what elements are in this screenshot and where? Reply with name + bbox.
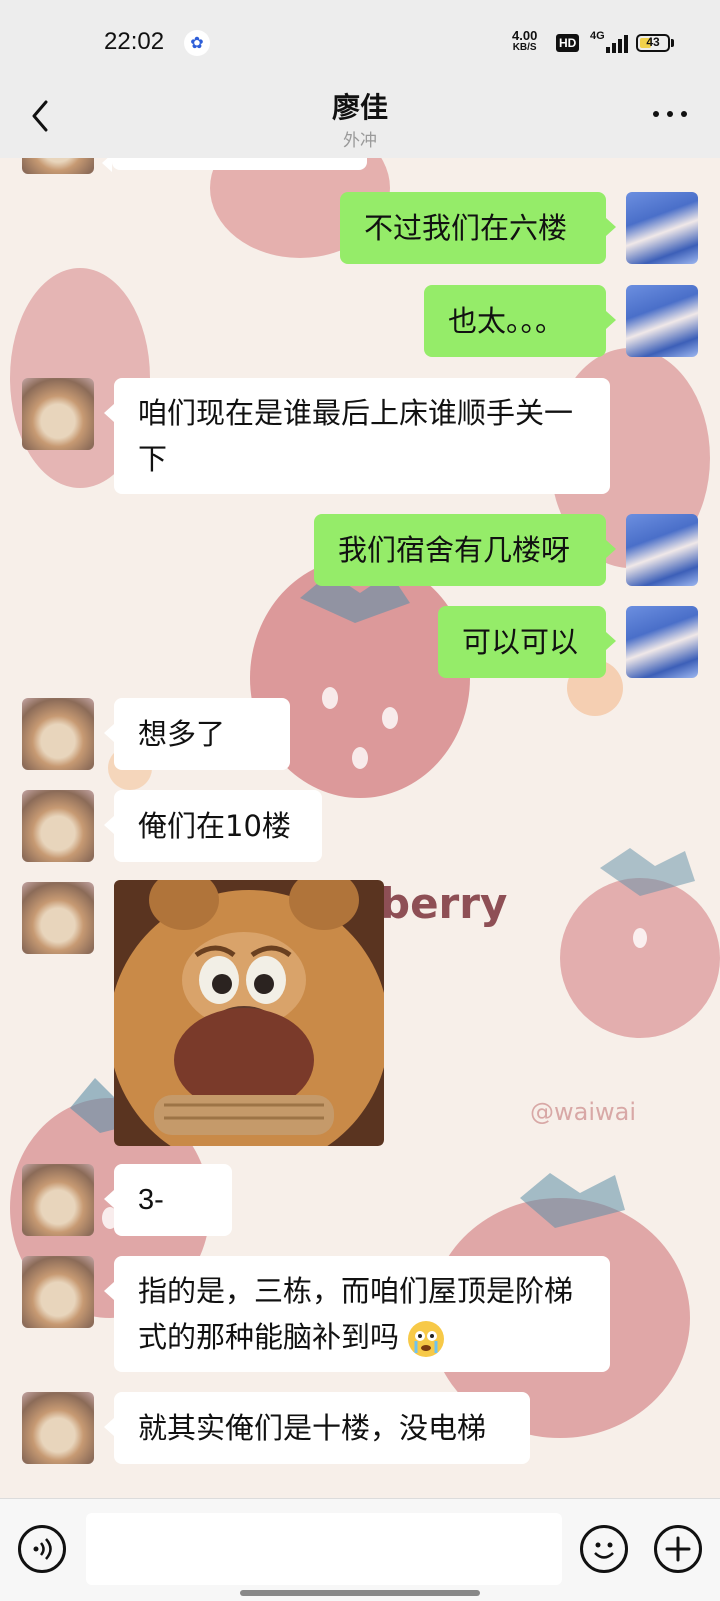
battery-cap bbox=[671, 39, 674, 47]
more-dots-icon bbox=[653, 111, 687, 117]
contact-avatar[interactable] bbox=[22, 378, 94, 450]
my-avatar[interactable] bbox=[626, 192, 698, 264]
status-bar: 22:02 ✿ 4.00 KB/S HD 4G 43 bbox=[0, 0, 720, 78]
chat-input-bar bbox=[0, 1498, 720, 1601]
message-bubble-incoming[interactable]: 指的是，三栋，而咱们屋顶是阶梯式的那种能脑补到吗 bbox=[104, 1256, 610, 1372]
network-speed-unit: KB/S bbox=[512, 42, 537, 53]
message-text: 想多了 bbox=[138, 717, 226, 751]
my-avatar[interactable] bbox=[626, 514, 698, 586]
message-bubble-incoming[interactable]: 想多了 bbox=[104, 698, 290, 835]
message-text: 就其实俺们是十楼，没电梯 bbox=[138, 1411, 487, 1445]
message-bubble-incoming[interactable]: 就其实俺们是十楼，没电梯 bbox=[104, 1392, 530, 1464]
baidu-app-icon: ✿ bbox=[184, 30, 210, 56]
voice-icon bbox=[33, 1538, 52, 1560]
network-type: 4G bbox=[590, 30, 605, 42]
message-bubble-incoming[interactable]: 咱们现在是谁最后上床谁顺手关一下 bbox=[104, 378, 610, 494]
network-speed-value: 4.00 bbox=[512, 28, 538, 43]
status-time: 22:02 bbox=[104, 28, 165, 55]
message-text: 也太。。。 bbox=[448, 304, 565, 338]
plus-icon bbox=[665, 1536, 691, 1562]
battery-level: 43 bbox=[646, 35, 660, 49]
voice-button[interactable] bbox=[18, 1525, 66, 1573]
battery-icon: 43 bbox=[636, 34, 670, 52]
message-text: 咱们现在是谁最后上床谁顺手关一下 bbox=[138, 396, 574, 476]
my-avatar[interactable] bbox=[626, 606, 698, 678]
chat-header: 廖佳 外冲 bbox=[0, 78, 720, 158]
message-bubble-outgoing[interactable]: 可以可以 bbox=[438, 606, 616, 678]
message-text: 我们宿舍有几楼呀 bbox=[338, 533, 571, 567]
message-bubble-outgoing[interactable]: 不过我们在六楼 bbox=[340, 192, 616, 264]
contact-avatar[interactable] bbox=[22, 882, 94, 954]
message-text: 指的是，三栋，而咱们屋顶是阶梯式的那种能脑补到吗 bbox=[138, 1274, 574, 1354]
contact-avatar[interactable] bbox=[22, 790, 94, 862]
home-indicator[interactable] bbox=[240, 1590, 480, 1596]
chat-subtitle: 外冲 bbox=[343, 131, 377, 151]
contact-avatar[interactable] bbox=[22, 1392, 94, 1464]
contact-avatar[interactable] bbox=[22, 1164, 94, 1236]
message-text: 可以可以 bbox=[462, 625, 579, 659]
message-bubble-partial[interactable] bbox=[102, 158, 367, 172]
contact-avatar[interactable] bbox=[22, 1256, 94, 1328]
sad-bear-sticker[interactable] bbox=[114, 880, 384, 1146]
wallpaper-text: berry bbox=[380, 879, 507, 928]
more-button[interactable] bbox=[650, 106, 690, 122]
message-input[interactable] bbox=[86, 1513, 562, 1585]
message-list[interactable]: berry @waiwai 不过我们在六楼 也太。。。 咱们现在是谁最后上床谁顺… bbox=[0, 158, 720, 1498]
more-functions-button[interactable] bbox=[654, 1525, 702, 1573]
message-bubble-incoming[interactable]: 3-601 bbox=[104, 1164, 232, 1288]
crying-emoji bbox=[408, 1321, 445, 1357]
message-bubble-outgoing[interactable]: 也太。。。 bbox=[424, 285, 616, 357]
chat-title: 廖佳 bbox=[331, 91, 388, 124]
emoji-icon bbox=[594, 1542, 614, 1559]
message-bubble-incoming[interactable]: 俺们在10楼 bbox=[104, 790, 322, 862]
my-avatar[interactable] bbox=[626, 285, 698, 357]
hd-badge: HD bbox=[556, 34, 580, 52]
emoji-button[interactable] bbox=[580, 1525, 628, 1573]
message-bubble-outgoing[interactable]: 我们宿舍有几楼呀 bbox=[314, 514, 616, 586]
contact-avatar[interactable] bbox=[22, 158, 94, 174]
network-speed: 4.00 KB/S bbox=[512, 28, 538, 54]
signal-bars-icon bbox=[606, 33, 628, 53]
message-text: 不过我们在六楼 bbox=[364, 211, 568, 245]
contact-avatar[interactable] bbox=[22, 698, 94, 770]
wallpaper-watermark: @waiwai bbox=[530, 1098, 636, 1126]
message-text: 俺们在10楼 bbox=[138, 809, 291, 843]
